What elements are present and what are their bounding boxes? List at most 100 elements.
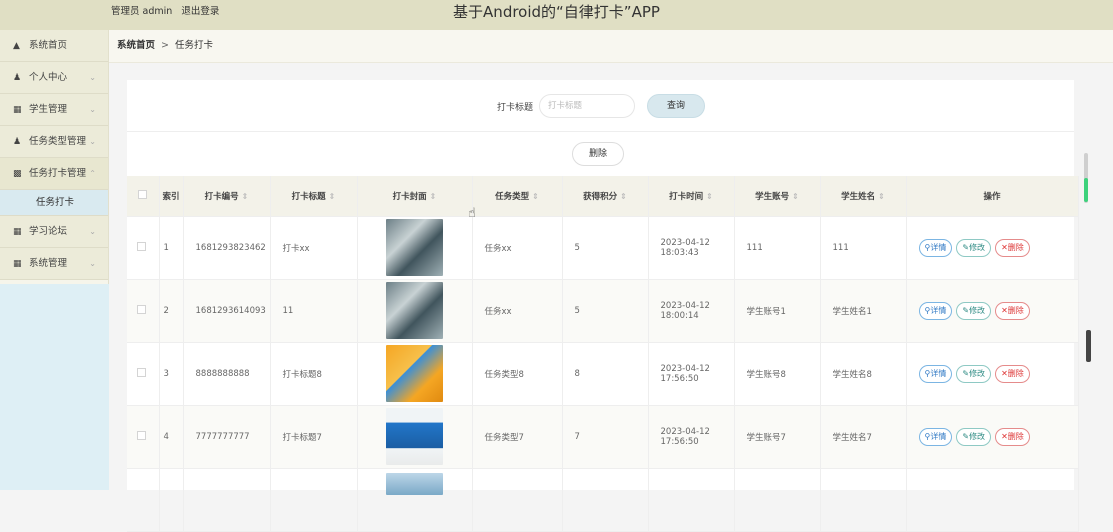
scrollbar-indicator: [1084, 178, 1088, 202]
col-points[interactable]: 获得积分 ⇕: [562, 176, 649, 217]
breadcrumb-separator: >: [161, 40, 169, 51]
detail-button[interactable]: ⚲详情: [918, 364, 953, 383]
sidebar-item-forum[interactable]: ▦ 学习论坛 ⌄: [0, 216, 108, 248]
cover-image: [386, 282, 443, 339]
row-type: [472, 468, 563, 532]
col-name[interactable]: 学生姓名 ⇕: [820, 176, 907, 217]
edit-button[interactable]: ✎修改: [956, 238, 992, 257]
table-row: 2 1681293614093 11 任务xx 5 2023-04-12 18:…: [127, 279, 1079, 343]
row-account: 学生账号1: [734, 279, 821, 343]
row-name: 学生姓名1: [820, 279, 907, 343]
breadcrumb-bar: 系统首页 > 任务打卡: [109, 30, 1113, 63]
grid-icon: ▦: [13, 105, 22, 115]
detail-button[interactable]: ⚲详情: [918, 301, 953, 320]
col-code[interactable]: 打卡编号 ⇕: [183, 176, 271, 217]
detail-button[interactable]: ⚲详情: [918, 427, 953, 446]
row-checkbox[interactable]: [127, 342, 160, 406]
sidebar-item-home[interactable]: ▲ 系统首页: [0, 30, 108, 62]
sidebar-background: [0, 284, 109, 490]
row-index: 1: [159, 216, 184, 280]
sidebar-item-task-types[interactable]: ♟ 任务类型管理 ⌄: [0, 126, 108, 158]
row-checkbox[interactable]: [127, 468, 160, 532]
row-actions: ⚲详情 ✎修改 ✕删除: [906, 342, 1079, 406]
breadcrumb-current: 任务打卡: [174, 40, 213, 51]
breadcrumb: 系统首页 > 任务打卡: [117, 30, 213, 62]
sort-icon: ⇕: [706, 191, 713, 201]
delete-button[interactable]: ✕删除: [995, 427, 1030, 446]
row-cover: [357, 405, 473, 469]
sidebar-item-task-checkin[interactable]: ▩ 任务打卡管理 ⌃: [0, 158, 108, 190]
sort-icon: ⇕: [328, 191, 336, 201]
row-index: 3: [159, 342, 184, 406]
row-checkbox[interactable]: [127, 216, 160, 280]
sort-icon: ⇕: [241, 191, 249, 201]
sidebar-item-system[interactable]: ▦ 系统管理 ⌄: [0, 248, 108, 280]
col-time[interactable]: 打卡时间 ⇕: [648, 176, 735, 217]
sidebar-item-label: 任务类型管理: [29, 136, 87, 147]
row-code: 7777777777: [183, 405, 271, 469]
row-name: [820, 468, 907, 532]
row-cover: [357, 342, 473, 406]
row-cover: [357, 279, 473, 343]
row-actions: ⚲详情 ✎修改 ✕删除: [906, 405, 1079, 469]
grid-icon: ▦: [13, 227, 22, 237]
search-bar: 打卡标题 打卡标题 查询: [127, 80, 1074, 132]
delete-button[interactable]: ✕删除: [995, 364, 1030, 383]
row-points: [562, 468, 649, 532]
row-title: 打卡标题8: [270, 342, 358, 406]
toolbar: 删除: [127, 132, 1074, 176]
edit-button[interactable]: ✎修改: [956, 301, 992, 320]
row-cover: [357, 216, 473, 280]
col-title[interactable]: 打卡标题 ⇕: [270, 176, 358, 217]
row-type: 任务xx: [472, 279, 563, 343]
breadcrumb-home[interactable]: 系统首页: [117, 40, 155, 51]
chevron-up-icon: ⌃: [89, 169, 96, 178]
row-name: 111: [820, 216, 907, 280]
search-button[interactable]: 查询: [647, 94, 705, 118]
row-code: [183, 468, 271, 532]
col-cover[interactable]: 打卡封面 ⇕: [357, 176, 473, 217]
col-account[interactable]: 学生账号 ⇕: [734, 176, 821, 217]
row-time: 2023-04-12 17:56:50: [648, 342, 735, 406]
table-row: 3 8888888888 打卡标题8 任务类型8 8 2023-04-12 17…: [127, 342, 1079, 406]
search-input[interactable]: 打卡标题: [539, 94, 635, 118]
table-row: 4 7777777777 打卡标题7 任务类型7 7 2023-04-12 17…: [127, 405, 1079, 469]
submenu-item-task-checkin[interactable]: 任务打卡: [0, 190, 108, 216]
row-account: [734, 468, 821, 532]
edit-button[interactable]: ✎修改: [956, 364, 992, 383]
row-type: 任务xx: [472, 216, 563, 280]
sort-icon: ⇕: [620, 191, 627, 201]
cover-image: [386, 219, 443, 276]
row-code: 8888888888: [183, 342, 271, 406]
row-code: 1681293823462: [183, 216, 271, 280]
table-row: 1 1681293823462 打卡xx 任务xx 5 2023-04-12 1…: [127, 216, 1079, 280]
delete-button[interactable]: ✕删除: [995, 238, 1030, 257]
row-title: [270, 468, 358, 532]
apps-icon: ▦: [13, 259, 22, 269]
row-points: 5: [562, 279, 649, 343]
sort-icon: ⇕: [878, 191, 885, 201]
side-handle[interactable]: [1086, 330, 1091, 362]
row-checkbox[interactable]: [127, 405, 160, 469]
sidebar-item-label: 学习论坛: [29, 226, 68, 237]
detail-button[interactable]: ⚲详情: [918, 238, 953, 257]
home-icon: ▲: [13, 41, 20, 51]
chevron-down-icon: ⌄: [89, 73, 96, 82]
sidebar-item-students[interactable]: ▦ 学生管理 ⌄: [0, 94, 108, 126]
row-time: 2023-04-12 17:56:50: [648, 405, 735, 469]
row-checkbox[interactable]: [127, 279, 160, 343]
col-type[interactable]: 任务类型 ⇕: [472, 176, 563, 217]
edit-button[interactable]: ✎修改: [956, 427, 992, 446]
sidebar-item-label: 系统管理: [29, 258, 68, 269]
user-icon: ♟: [13, 137, 22, 147]
delete-button[interactable]: ✕删除: [995, 301, 1030, 320]
row-code: 1681293614093: [183, 279, 271, 343]
cover-image: [386, 345, 443, 402]
sidebar-item-profile[interactable]: ♟ 个人中心 ⌄: [0, 62, 108, 94]
sidebar-item-label: 任务打卡管理: [29, 168, 87, 179]
row-points: 7: [562, 405, 649, 469]
batch-delete-button[interactable]: 删除: [572, 142, 624, 166]
select-all-checkbox[interactable]: [127, 176, 160, 217]
table-row: [127, 468, 1079, 532]
col-actions: 操作: [906, 176, 1079, 217]
